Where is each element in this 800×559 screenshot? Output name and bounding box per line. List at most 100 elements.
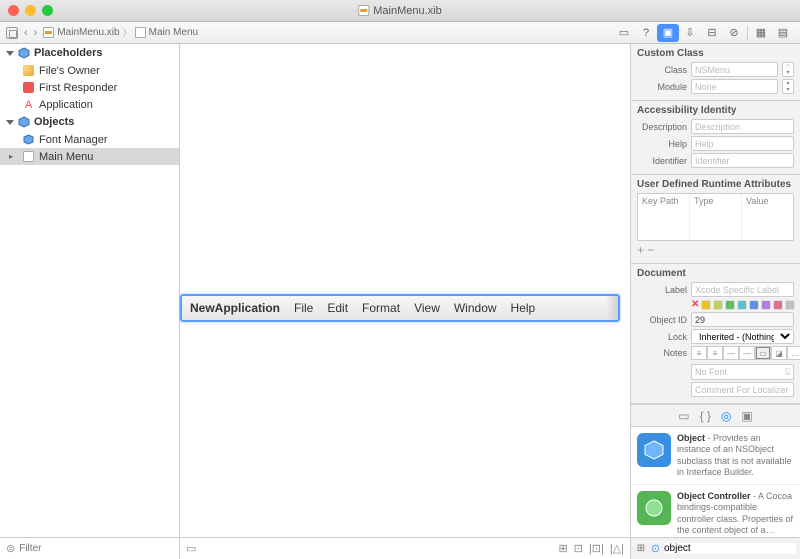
outline-item-application[interactable]: AApplication	[0, 96, 179, 113]
color-swatch[interactable]	[737, 300, 747, 310]
navigation-bar: ‹ › MainMenu.xib 〉 Main Menu ▭ ? ▣ ⇩ ⊟ ⊘…	[0, 22, 800, 44]
attributes-inspector-tab[interactable]: ⇩	[679, 24, 701, 42]
main-menu-object[interactable]: NewApplication File Edit Format View Win…	[180, 294, 620, 322]
library-tab-file-templates[interactable]: ▭	[678, 409, 689, 423]
color-swatch[interactable]	[761, 300, 771, 310]
object-controller-icon	[637, 491, 671, 525]
outline-group-objects[interactable]: Objects	[0, 113, 179, 131]
runtime-attributes-section: User Defined Runtime Attributes Key Path…	[631, 175, 800, 264]
library-item[interactable]: Object - Provides an instance of an NSOb…	[631, 427, 800, 485]
outline-group-placeholders[interactable]: Placeholders	[0, 44, 179, 62]
zoom-window-button[interactable]	[42, 5, 53, 16]
menu-object-icon	[135, 27, 146, 38]
toggle-outline-button[interactable]: ▭	[186, 542, 196, 555]
menu-item[interactable]: Help	[511, 301, 536, 315]
color-swatch[interactable]	[749, 300, 759, 310]
color-swatch[interactable]	[773, 300, 783, 310]
library-tab-objects[interactable]: ◎	[721, 409, 731, 423]
note-style-button[interactable]: …	[787, 346, 800, 360]
note-style-button[interactable]: ◪	[771, 346, 787, 360]
window-controls	[8, 5, 53, 16]
close-window-button[interactable]	[8, 5, 19, 16]
library-item[interactable]: Object Controller - A Cocoa bindings-com…	[631, 485, 800, 537]
file-inspector-tab[interactable]: ▭	[613, 24, 635, 42]
clear-label-color-button[interactable]: ✕	[691, 299, 699, 310]
outline-item-files-owner[interactable]: File's Owner	[0, 62, 179, 79]
field-label: Notes	[637, 348, 687, 358]
module-stepper[interactable]: ▴▾	[782, 79, 794, 94]
column-header[interactable]: Type	[690, 194, 742, 240]
lock-select[interactable]: Inherited - (Nothing)	[691, 329, 794, 344]
menu-item[interactable]: View	[414, 301, 440, 315]
library-filter-input[interactable]	[664, 543, 796, 554]
document-label-field[interactable]	[691, 282, 794, 297]
note-style-button[interactable]: ≡	[691, 346, 707, 360]
canvas[interactable]: NewApplication File Edit Format View Win…	[180, 44, 630, 559]
nav-forward-button[interactable]: ›	[32, 27, 40, 39]
note-style-button[interactable]: ≡	[707, 346, 723, 360]
breadcrumb-item[interactable]: MainMenu.xib	[57, 27, 119, 38]
related-items-icon[interactable]	[6, 27, 18, 39]
breadcrumb[interactable]: MainMenu.xib 〉 Main Menu	[43, 26, 198, 39]
layout-mode-button[interactable]: ⊞	[558, 542, 567, 555]
menu-item[interactable]: File	[294, 301, 313, 315]
outline-filter-input[interactable]	[19, 543, 173, 554]
object-cube-icon	[23, 134, 34, 145]
localizer-comment-field[interactable]	[691, 382, 794, 397]
color-swatch[interactable]	[701, 300, 711, 310]
library-tab-code-snippets[interactable]: { }	[700, 409, 711, 423]
note-style-button[interactable]: ▭	[755, 346, 771, 360]
font-picker-icon[interactable]: ⍂	[785, 367, 790, 378]
remove-attribute-button[interactable]: −	[647, 243, 654, 257]
field-label: Description	[637, 122, 687, 132]
placeholder-cube-icon	[23, 65, 34, 76]
xib-file-icon	[43, 27, 54, 38]
layout-mode-button[interactable]: |△|	[610, 542, 624, 555]
column-header[interactable]: Key Path	[638, 194, 690, 240]
menu-item[interactable]: Format	[362, 301, 400, 315]
layout-mode-button[interactable]: ⊡	[574, 542, 583, 555]
filter-icon[interactable]: ⊜	[6, 542, 15, 555]
font-display[interactable]: No Font⍂	[691, 364, 794, 380]
menu-item[interactable]: Edit	[327, 301, 348, 315]
connections-inspector-tab[interactable]: ⊘	[723, 24, 745, 42]
layout-mode-button[interactable]: |⊡|	[589, 542, 604, 555]
a11y-description-field[interactable]	[691, 119, 794, 134]
minimize-window-button[interactable]	[25, 5, 36, 16]
effects-inspector-tab[interactable]: ▤	[772, 24, 794, 42]
application-icon: A	[25, 99, 32, 111]
menu-object-icon	[23, 151, 34, 162]
color-swatch[interactable]	[785, 300, 795, 310]
outline-group-label: Objects	[34, 116, 74, 128]
help-inspector-tab[interactable]: ?	[635, 24, 657, 42]
library-tab-media[interactable]: ▣	[741, 409, 752, 423]
search-icon[interactable]: ⊙	[651, 542, 660, 555]
menu-item[interactable]: NewApplication	[190, 301, 280, 315]
column-header[interactable]: Value	[742, 194, 793, 240]
class-stepper[interactable]: ○▾	[782, 62, 794, 77]
menu-item[interactable]: Window	[454, 301, 497, 315]
bindings-inspector-tab[interactable]: ▦	[750, 24, 772, 42]
library-item-name: Object	[677, 433, 705, 443]
breadcrumb-item[interactable]: Main Menu	[149, 27, 198, 38]
runtime-attributes-table[interactable]: Key Path Type Value	[637, 193, 794, 241]
note-style-button[interactable]: —	[739, 346, 755, 360]
class-field[interactable]	[691, 62, 778, 77]
nav-back-button[interactable]: ‹	[22, 27, 30, 39]
disclosure-triangle-icon[interactable]	[6, 120, 14, 125]
library-grid-mode-button[interactable]: ⊞	[635, 543, 647, 554]
chevron-right-icon: 〉	[123, 26, 132, 39]
disclosure-triangle-icon[interactable]	[6, 51, 14, 56]
a11y-identifier-field[interactable]	[691, 153, 794, 168]
size-inspector-tab[interactable]: ⊟	[701, 24, 723, 42]
outline-item-font-manager[interactable]: Font Manager	[0, 131, 179, 148]
identity-inspector-tab[interactable]: ▣	[657, 24, 679, 42]
a11y-help-field[interactable]	[691, 136, 794, 151]
note-style-button[interactable]: —	[723, 346, 739, 360]
module-field[interactable]	[691, 79, 778, 94]
color-swatch[interactable]	[725, 300, 735, 310]
color-swatch[interactable]	[713, 300, 723, 310]
outline-item-main-menu[interactable]: Main Menu	[0, 148, 179, 165]
add-attribute-button[interactable]: +	[637, 243, 644, 257]
outline-item-first-responder[interactable]: First Responder	[0, 79, 179, 96]
